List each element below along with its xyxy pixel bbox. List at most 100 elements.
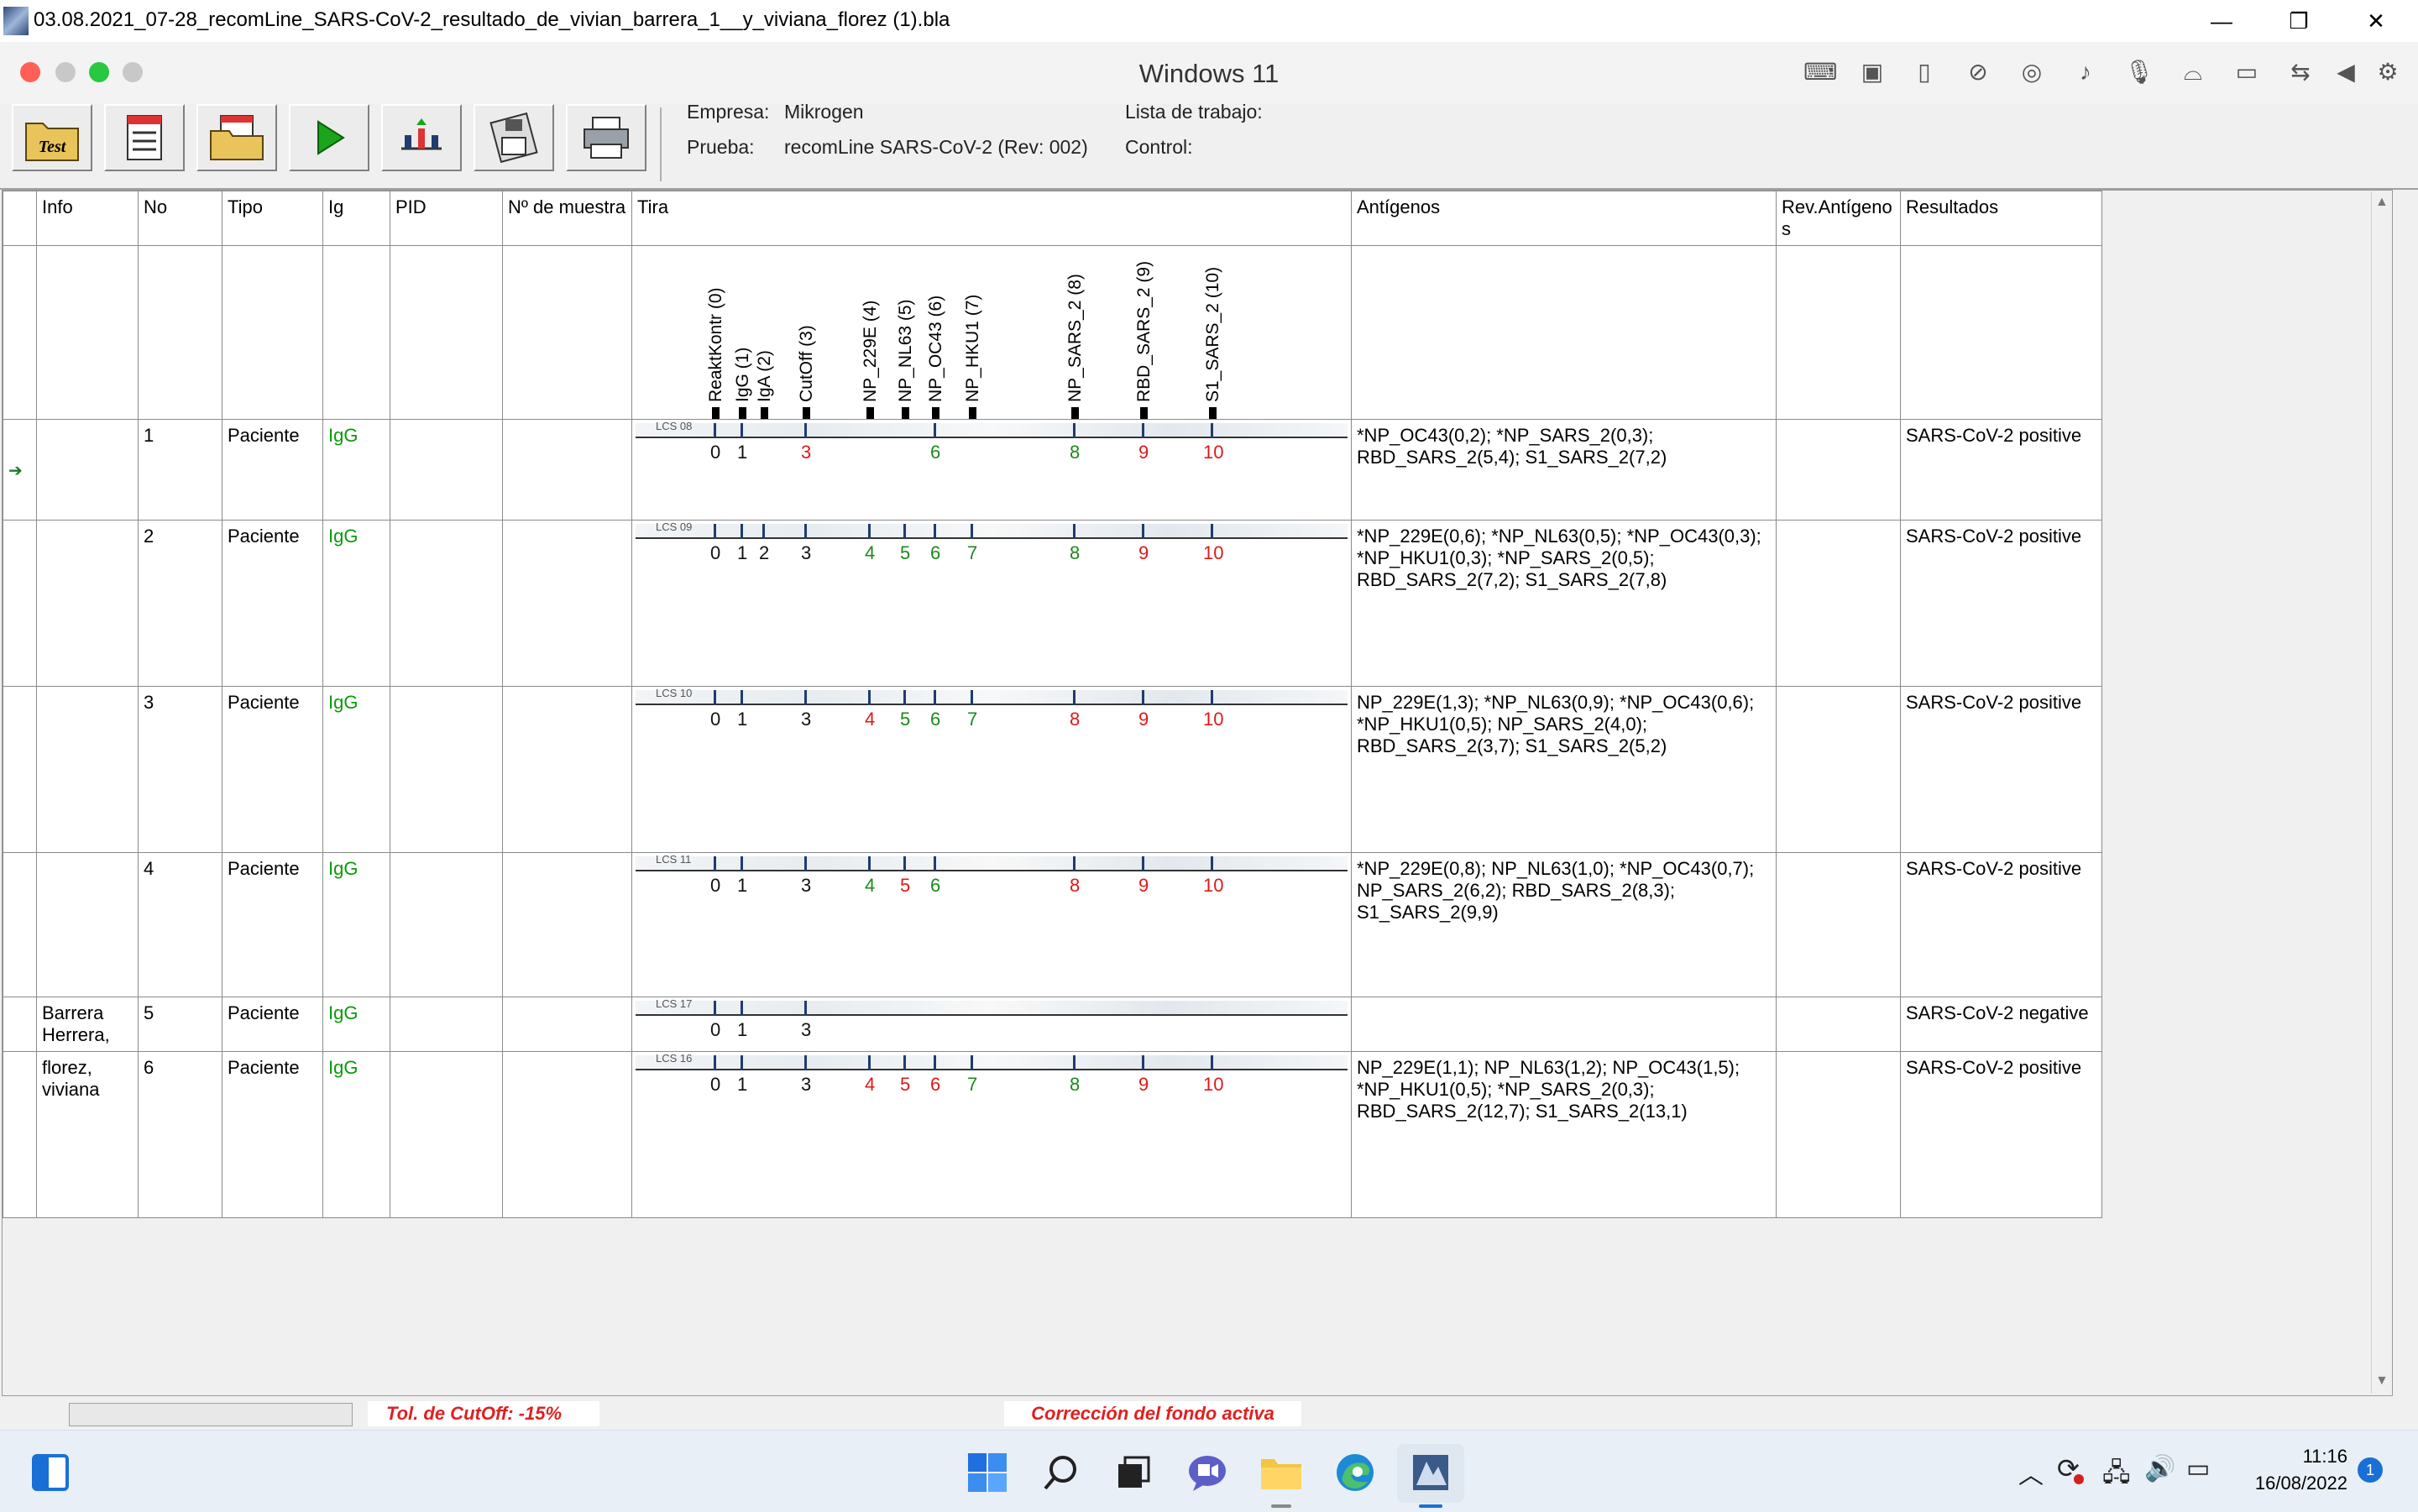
cell-pid[interactable]	[390, 686, 503, 853]
cell-antigenos[interactable]: *NP_229E(0,6); *NP_NL63(0,5); *NP_OC43(0…	[1351, 520, 1777, 687]
vm-close-dot[interactable]	[20, 62, 40, 82]
cell-rev[interactable]	[1776, 997, 1901, 1052]
cell-info[interactable]	[36, 852, 139, 997]
network-icon[interactable]: 🖧	[2102, 1454, 2130, 1497]
table-row[interactable]: Barrera Herrera, 5 Paciente IgG LCS 17 0 1 3 SAR…	[3, 997, 2102, 1052]
cell-no[interactable]: 2	[138, 520, 222, 687]
cell-resultado[interactable]: SARS-CoV-2 positive	[1900, 419, 2102, 521]
cell-antigenos[interactable]: NP_229E(1,3); *NP_NL63(0,9); *NP_OC43(0,…	[1351, 686, 1777, 853]
col-header-muestra[interactable]: Nº de muestra	[502, 191, 632, 246]
maximize-button[interactable]: ❐	[2260, 0, 2337, 42]
table-row[interactable]: florez, viviana 6 Paciente IgG LCS 16 0 1 3 4 5 6 7…	[3, 1051, 2102, 1218]
row-indicator[interactable]: ➔	[3, 419, 37, 521]
cell-strip[interactable]: LCS 10 0 1 3 4 5 6 7 8 9 10	[631, 686, 1352, 853]
cell-ig[interactable]: IgG	[322, 419, 390, 521]
cell-ig[interactable]: IgG	[322, 520, 390, 687]
cell-strip[interactable]: LCS 16 0 1 3 4 5 6 7 8 9 10	[631, 1051, 1352, 1218]
cell-pid[interactable]	[390, 419, 503, 521]
cell-rev[interactable]	[1776, 686, 1901, 853]
row-indicator[interactable]	[3, 852, 37, 997]
col-header-tipo[interactable]: Tipo	[222, 191, 323, 246]
cell-antigenos[interactable]	[1351, 997, 1777, 1052]
vm-icon-1[interactable]: ▣	[1857, 59, 1887, 86]
col-header-antigenos[interactable]: Antígenos	[1351, 191, 1777, 246]
run-button[interactable]	[289, 104, 369, 171]
cell-resultado[interactable]: SARS-CoV-2 positive	[1900, 1051, 2102, 1218]
cell-ig[interactable]: IgG	[322, 852, 390, 997]
col-header-tira[interactable]: Tira	[631, 191, 1352, 246]
print-button[interactable]	[566, 104, 646, 171]
cell-no[interactable]: 3	[138, 686, 222, 853]
widgets-icon[interactable]	[27, 1449, 74, 1496]
search-icon[interactable]	[1038, 1449, 1085, 1496]
cell-rev[interactable]	[1776, 520, 1901, 687]
cell-resultado[interactable]: SARS-CoV-2 negative	[1900, 997, 2102, 1052]
save-button[interactable]	[474, 104, 554, 171]
vm-extra-dot[interactable]	[123, 62, 143, 82]
cell-resultado[interactable]: SARS-CoV-2 positive	[1900, 686, 2102, 853]
open-file-button[interactable]	[196, 104, 277, 171]
vm-icon-7[interactable]: ⌓	[2178, 59, 2208, 86]
cell-muestra[interactable]	[502, 852, 632, 997]
clock-date[interactable]: 16/08/2022	[2230, 1473, 2347, 1494]
scroll-up-arrow-icon[interactable]: ▲	[2375, 195, 2389, 210]
cell-info[interactable]	[36, 419, 139, 521]
cell-muestra[interactable]	[502, 997, 632, 1052]
cell-ig[interactable]: IgG	[322, 686, 390, 853]
cell-rev[interactable]	[1776, 852, 1901, 997]
cell-strip[interactable]: LCS 11 0 1 3 4 5 6 8 9 10	[631, 852, 1352, 997]
cell-no[interactable]: 5	[138, 997, 222, 1052]
row-indicator[interactable]	[3, 520, 37, 687]
cell-info[interactable]	[36, 686, 139, 853]
scroll-down-arrow-icon[interactable]: ▼	[2375, 1373, 2389, 1389]
cell-pid[interactable]	[390, 997, 503, 1052]
teams-chat-icon[interactable]	[1184, 1449, 1231, 1496]
vm-icon-2[interactable]: ▯	[1909, 59, 1939, 86]
cell-no[interactable]: 1	[138, 419, 222, 521]
cell-info[interactable]: florez, viviana	[36, 1051, 139, 1218]
cell-muestra[interactable]	[502, 419, 632, 521]
cell-muestra[interactable]	[502, 1051, 632, 1218]
row-indicator[interactable]	[3, 997, 37, 1052]
cell-no[interactable]: 6	[138, 1051, 222, 1218]
cell-rev[interactable]	[1776, 419, 1901, 521]
row-indicator[interactable]	[3, 1051, 37, 1218]
col-header-no[interactable]: No	[138, 191, 222, 246]
clock-time[interactable]: 11:16	[2230, 1446, 2347, 1468]
cell-tipo[interactable]: Paciente	[222, 520, 323, 687]
cell-muestra[interactable]	[502, 520, 632, 687]
cell-tipo[interactable]: Paciente	[222, 997, 323, 1052]
cell-strip[interactable]: LCS 08 0 1 3 6 8 9 10	[631, 419, 1352, 521]
vertical-scrollbar[interactable]: ▲ ▼	[2371, 191, 2392, 1394]
task-view-icon[interactable]	[1110, 1449, 1157, 1496]
vm-icon-4[interactable]: ◎	[2017, 59, 2047, 86]
volume-icon[interactable]: 🔊	[2144, 1454, 2175, 1483]
col-header-resultados[interactable]: Resultados	[1900, 191, 2102, 246]
align-button[interactable]	[381, 104, 462, 171]
cell-info[interactable]: Barrera Herrera,	[36, 997, 139, 1052]
cell-resultado[interactable]: SARS-CoV-2 positive	[1900, 520, 2102, 687]
vm-icon-10[interactable]: ◀	[2331, 59, 2361, 86]
cell-antigenos[interactable]: *NP_229E(0,8); NP_NL63(1,0); *NP_OC43(0,…	[1351, 852, 1777, 997]
col-header-ig[interactable]: Ig	[322, 191, 390, 246]
cell-tipo[interactable]: Paciente	[222, 419, 323, 521]
worklist-button[interactable]	[104, 104, 185, 171]
cell-no[interactable]: 4	[138, 852, 222, 997]
cell-antigenos[interactable]: *NP_OC43(0,2); *NP_SARS_2(0,3); RBD_SARS…	[1351, 419, 1777, 521]
row-indicator[interactable]	[3, 686, 37, 853]
cell-tipo[interactable]: Paciente	[222, 1051, 323, 1218]
vm-icon-9[interactable]: ⇆	[2285, 59, 2316, 86]
table-row[interactable]: 4 Paciente IgG LCS 11 0 1 3 4 5 6 8 9 10 *NP_229E(0,8…	[3, 852, 2102, 997]
cell-info[interactable]	[36, 520, 139, 687]
vm-zoom-dot[interactable]	[89, 62, 109, 82]
table-row[interactable]: 2 Paciente IgG LCS 09 0 1 2 3 4 5 6 7 8 9 10 *NP_229E(0…	[3, 520, 2102, 687]
table-row[interactable]: ➔ 1 Paciente IgG LCS 08 0 1 3 6 8 9 10 *NP_OC43(0,2)…	[3, 419, 2102, 521]
vm-minimize-dot[interactable]	[55, 62, 76, 82]
file-explorer-icon[interactable]	[1258, 1449, 1305, 1496]
start-menu-icon[interactable]	[964, 1449, 1011, 1496]
results-grid[interactable]: Info No Tipo Ig PID Nº de muestra Tira A…	[2, 190, 2393, 1396]
cell-strip[interactable]: LCS 09 0 1 2 3 4 5 6 7 8 9 10	[631, 520, 1352, 687]
cell-tipo[interactable]: Paciente	[222, 852, 323, 997]
col-header-rev[interactable]: Rev.Antígenos	[1776, 191, 1901, 246]
cell-muestra[interactable]	[502, 686, 632, 853]
